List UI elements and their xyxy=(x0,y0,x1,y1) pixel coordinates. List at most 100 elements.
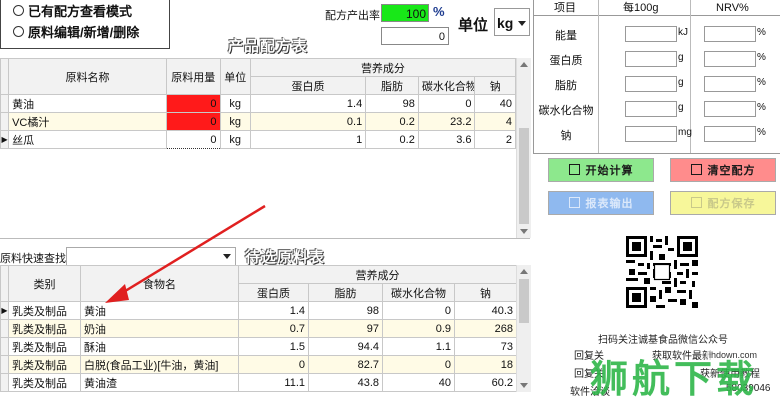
cell-fat[interactable]: 43.8 xyxy=(308,373,383,392)
cell-carb[interactable]: 0 xyxy=(417,94,476,113)
mode-edit-option[interactable]: 原料编辑/新增/删除 xyxy=(13,22,139,41)
cell-sodium[interactable]: 40.3 xyxy=(454,301,517,320)
cell-name[interactable]: VC橘汁 xyxy=(8,112,167,131)
table-row[interactable]: ▶ 丝瓜 0 kg 1 0.2 3.6 2 xyxy=(0,130,516,149)
mode-view-option[interactable]: 已有配方查看模式 xyxy=(13,1,132,20)
table-row[interactable]: 乳类及制品 白脱(食品工业)[牛油，黄油] 0 82.7 0 18 xyxy=(0,355,517,374)
cell-sodium[interactable]: 60.2 xyxy=(454,373,517,392)
col-header-sodium[interactable]: 钠 xyxy=(474,76,516,95)
scroll-up-icon[interactable] xyxy=(520,269,528,274)
energy-nrv-field[interactable] xyxy=(704,26,756,42)
col-header-carb[interactable]: 碳水化合物 xyxy=(417,76,476,95)
carb-nrv-field[interactable] xyxy=(704,101,756,117)
protein-value-field[interactable] xyxy=(625,51,677,67)
clear-recipe-button[interactable]: 清空配方 xyxy=(670,158,776,182)
table-row[interactable]: VC橘汁 0 kg 0.1 0.2 23.2 4 xyxy=(0,112,516,131)
radio-icon[interactable] xyxy=(13,5,24,16)
col-header-category[interactable]: 类别 xyxy=(8,265,81,302)
fat-nrv-field[interactable] xyxy=(704,76,756,92)
col-header-sodium[interactable]: 钠 xyxy=(454,283,517,302)
cell-amount[interactable]: 0 xyxy=(165,130,221,149)
cell-carb[interactable]: 1.1 xyxy=(382,337,455,356)
cell-amount[interactable]: 0 xyxy=(165,112,221,131)
cell-carb[interactable]: 3.6 xyxy=(417,130,476,149)
col-header-fat[interactable]: 脂肪 xyxy=(365,76,419,95)
scroll-down-icon[interactable] xyxy=(520,229,528,234)
table-row[interactable]: 乳类及制品 酥油 1.5 94.4 1.1 73 xyxy=(0,337,517,356)
radio-icon[interactable] xyxy=(13,26,24,37)
cell-carb[interactable]: 23.2 xyxy=(417,112,476,131)
sodium-nrv-field[interactable] xyxy=(704,126,756,142)
cell-carb[interactable]: 40 xyxy=(382,373,455,392)
cell-sodium[interactable]: 73 xyxy=(454,337,517,356)
protein-nrv-field[interactable] xyxy=(704,51,756,67)
cell-protein[interactable]: 1 xyxy=(249,130,367,149)
cell-fat[interactable]: 98 xyxy=(365,94,419,113)
cell-food[interactable]: 黄油渣 xyxy=(80,373,239,392)
cell-carb[interactable]: 0 xyxy=(382,355,455,374)
save-recipe-button[interactable]: 配方保存 xyxy=(670,191,776,215)
cell-category[interactable]: 乳类及制品 xyxy=(8,373,81,392)
cell-fat[interactable]: 97 xyxy=(308,319,383,338)
recipe-scrollbar[interactable] xyxy=(516,58,531,238)
table-row[interactable]: 乳类及制品 黄油渣 11.1 43.8 40 60.2 xyxy=(0,373,517,392)
scroll-down-icon[interactable] xyxy=(520,383,528,388)
scroll-up-icon[interactable] xyxy=(520,62,528,67)
cell-unit[interactable]: kg xyxy=(219,112,251,131)
cell-fat[interactable]: 0.2 xyxy=(365,130,419,149)
cell-sodium[interactable]: 4 xyxy=(474,112,516,131)
cell-fat[interactable]: 94.4 xyxy=(308,337,383,356)
cell-fat[interactable]: 82.7 xyxy=(308,355,383,374)
cell-name[interactable]: 黄油 xyxy=(8,94,167,113)
col-header-name[interactable]: 原料名称 xyxy=(8,58,167,95)
col-header-carb[interactable]: 碳水化合物 xyxy=(382,283,455,302)
nutrition-label-sodium: 钠 xyxy=(560,130,572,142)
cell-sodium[interactable]: 2 xyxy=(474,130,516,149)
candidate-scrollbar[interactable] xyxy=(516,265,531,392)
calculate-button[interactable]: 开始计算 xyxy=(548,158,654,182)
cell-protein[interactable]: 0.7 xyxy=(238,319,309,338)
carb-value-field[interactable] xyxy=(625,101,677,117)
cell-protein[interactable]: 0.1 xyxy=(249,112,367,131)
table-row[interactable]: 黄油 0 kg 1.4 98 0 40 xyxy=(0,94,516,113)
cell-carb[interactable]: 0.9 xyxy=(382,319,455,338)
cell-amount[interactable]: 0 xyxy=(165,94,221,113)
cell-protein[interactable]: 11.1 xyxy=(238,373,309,392)
col-header-amount[interactable]: 原料用量 xyxy=(165,58,221,95)
fat-value-field[interactable] xyxy=(625,76,677,92)
cell-food[interactable]: 奶油 xyxy=(80,319,239,338)
sodium-value-field[interactable] xyxy=(625,126,677,142)
cell-protein[interactable]: 1.4 xyxy=(249,94,367,113)
cell-category[interactable]: 乳类及制品 xyxy=(8,319,81,338)
cell-name[interactable]: 丝瓜 xyxy=(8,130,167,149)
cell-protein[interactable]: 0 xyxy=(238,355,309,374)
cell-sodium[interactable]: 40 xyxy=(474,94,516,113)
cell-food[interactable]: 酥油 xyxy=(80,337,239,356)
cell-food[interactable]: 白脱(食品工业)[牛油，黄油] xyxy=(80,355,239,374)
unit-select[interactable]: kg xyxy=(494,8,530,36)
cell-sodium[interactable]: 268 xyxy=(454,319,517,338)
yield-input[interactable]: 100 xyxy=(381,4,429,22)
yield-amount-input[interactable]: 0 xyxy=(381,27,449,45)
cell-category[interactable]: 乳类及制品 xyxy=(8,337,81,356)
table-row[interactable]: 乳类及制品 奶油 0.7 97 0.9 268 xyxy=(0,319,517,338)
nutrition-unit: g xyxy=(678,52,684,63)
cell-protein[interactable]: 1.5 xyxy=(238,337,309,356)
nutrition-unit: mg xyxy=(678,127,692,138)
cell-fat[interactable]: 0.2 xyxy=(365,112,419,131)
export-report-button[interactable]: 报表输出 xyxy=(548,191,654,215)
col-header-protein[interactable]: 蛋白质 xyxy=(249,76,367,95)
cell-unit[interactable]: kg xyxy=(219,130,251,149)
cell-fat[interactable]: 98 xyxy=(308,301,383,320)
energy-value-field[interactable] xyxy=(625,26,677,42)
cell-carb[interactable]: 0 xyxy=(382,301,455,320)
scroll-thumb[interactable] xyxy=(519,279,529,323)
cell-category[interactable]: 乳类及制品 xyxy=(8,355,81,374)
cell-unit[interactable]: kg xyxy=(219,94,251,113)
col-header-unit[interactable]: 单位 xyxy=(219,58,251,95)
cell-sodium[interactable]: 18 xyxy=(454,355,517,374)
scroll-thumb[interactable] xyxy=(519,128,529,224)
cell-category[interactable]: 乳类及制品 xyxy=(8,301,81,320)
col-header-fat[interactable]: 脂肪 xyxy=(308,283,383,302)
mode-panel: 已有配方查看模式 原料编辑/新增/删除 xyxy=(0,0,170,49)
